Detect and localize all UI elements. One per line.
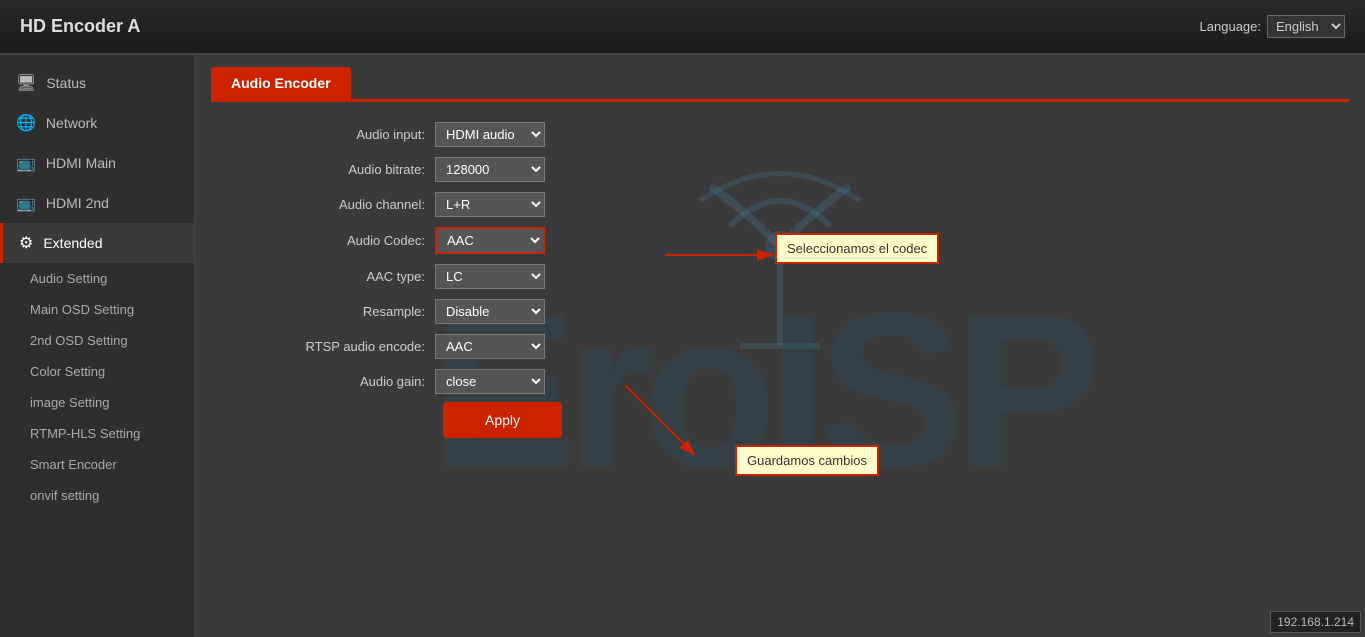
sidebar-sub-main-osd[interactable]: Main OSD Setting — [0, 294, 194, 325]
audio-gain-label: Audio gain: — [275, 374, 435, 389]
sidebar-sub-2nd-osd[interactable]: 2nd OSD Setting — [0, 325, 194, 356]
audio-codec-label: Audio Codec: — [275, 233, 435, 248]
codec-annotation: Seleccionamos el codec — [775, 233, 939, 264]
monitor-icon: 🖥 — [16, 73, 36, 93]
sidebar-item-extended[interactable]: ⚙ Extended — [0, 223, 194, 263]
audio-bitrate-select[interactable]: 128000 64000 32000 — [435, 157, 545, 182]
resample-row: Resample: Disable Enable — [275, 299, 1365, 324]
rtsp-audio-row: RTSP audio encode: AAC MP3 G711 — [275, 334, 1365, 359]
audio-channel-row: Audio channel: L+R Left Right — [275, 192, 1365, 217]
ip-display: 192.168.1.214 — [1270, 611, 1361, 633]
audio-input-label: Audio input: — [275, 127, 435, 142]
sidebar-label-status: Status — [46, 75, 86, 91]
aac-type-label: AAC type: — [275, 269, 435, 284]
audio-bitrate-row: Audio bitrate: 128000 64000 32000 — [275, 157, 1365, 182]
tab-header: Audio Encoder — [195, 55, 1365, 102]
language-area: Language: English Chinese — [1200, 15, 1345, 38]
audio-bitrate-label: Audio bitrate: — [275, 162, 435, 177]
sidebar-label-hdmi-main: HDMI Main — [46, 155, 116, 171]
apply-arrow — [595, 385, 715, 465]
sidebar-item-hdmi-main[interactable]: 📺 HDMI Main — [0, 143, 194, 183]
rtsp-audio-select[interactable]: AAC MP3 G711 — [435, 334, 545, 359]
audio-channel-select[interactable]: L+R Left Right — [435, 192, 545, 217]
apply-annotation: Guardamos cambios — [735, 445, 879, 476]
sidebar-label-hdmi-2nd: HDMI 2nd — [46, 195, 109, 211]
sidebar-item-status[interactable]: 🖥 Status — [0, 63, 194, 103]
sidebar-label-extended: Extended — [43, 235, 102, 251]
extended-icon: ⚙ — [19, 233, 33, 253]
hdmi-2nd-icon: 📺 — [16, 193, 36, 213]
app-title: HD Encoder A — [20, 16, 140, 37]
main-layout: 🖥 Status 🌐 Network 📺 HDMI Main 📺 HDMI 2n… — [0, 55, 1365, 637]
tab-audio-encoder[interactable]: Audio Encoder — [211, 67, 351, 99]
apply-row: Apply — [275, 404, 1365, 436]
sidebar-label-network: Network — [46, 115, 97, 131]
language-label: Language: — [1200, 19, 1261, 34]
sidebar-sub-rtmp-hls[interactable]: RTMP-HLS Setting — [0, 418, 194, 449]
sidebar-sub-image-setting[interactable]: image Setting — [0, 387, 194, 418]
header: HD Encoder A Language: English Chinese — [0, 0, 1365, 55]
audio-input-row: Audio input: HDMI audio LINE IN Disable — [275, 122, 1365, 147]
content-area: EroISP Audio Encoder Audio input: HDMI a… — [195, 55, 1365, 637]
sidebar-sub-color-setting[interactable]: Color Setting — [0, 356, 194, 387]
form-area: Audio input: HDMI audio LINE IN Disable … — [195, 102, 1365, 466]
rtsp-audio-label: RTSP audio encode: — [275, 339, 435, 354]
resample-select[interactable]: Disable Enable — [435, 299, 545, 324]
sidebar-item-network[interactable]: 🌐 Network — [0, 103, 194, 143]
sidebar-item-hdmi-2nd[interactable]: 📺 HDMI 2nd — [0, 183, 194, 223]
apply-button[interactable]: Apply — [445, 404, 560, 436]
hdmi-main-icon: 📺 — [16, 153, 36, 173]
sidebar: 🖥 Status 🌐 Network 📺 HDMI Main 📺 HDMI 2n… — [0, 55, 195, 637]
audio-gain-select[interactable]: close low medium high — [435, 369, 545, 394]
aac-type-row: AAC type: LC HE HEv2 — [275, 264, 1365, 289]
codec-arrow — [665, 240, 785, 270]
audio-gain-row: Audio gain: close low medium high — [275, 369, 1365, 394]
audio-codec-select[interactable]: AAC MP3 G711 — [435, 227, 545, 254]
sidebar-sub-smart-encoder[interactable]: Smart Encoder — [0, 449, 194, 480]
audio-input-select[interactable]: HDMI audio LINE IN Disable — [435, 122, 545, 147]
sidebar-sub-onvif[interactable]: onvif setting — [0, 480, 194, 511]
sidebar-sub-audio-setting[interactable]: Audio Setting — [0, 263, 194, 294]
audio-channel-label: Audio channel: — [275, 197, 435, 212]
aac-type-select[interactable]: LC HE HEv2 — [435, 264, 545, 289]
language-select[interactable]: English Chinese — [1267, 15, 1345, 38]
resample-label: Resample: — [275, 304, 435, 319]
network-icon: 🌐 — [16, 113, 36, 133]
